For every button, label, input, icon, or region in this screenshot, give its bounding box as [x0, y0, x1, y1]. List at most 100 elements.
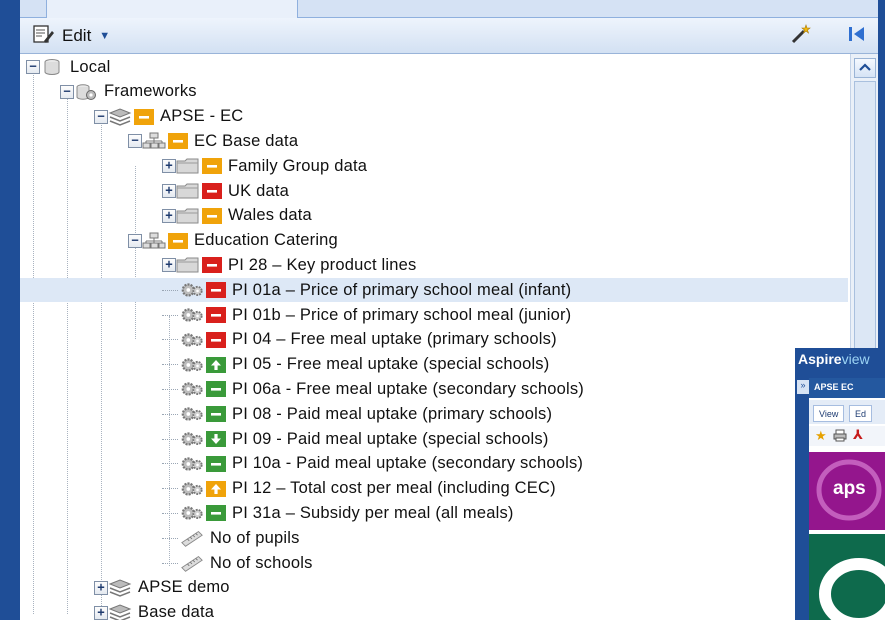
- tree-row[interactable]: PI 10a - Paid meal uptake (secondary sch…: [20, 452, 848, 476]
- aspireview-panel: » APSE EC View Ed ★ ⅄ aps: [797, 378, 885, 620]
- collapse-icon[interactable]: −: [128, 134, 142, 149]
- collapse-icon[interactable]: −: [94, 109, 108, 124]
- tree-connector: [162, 488, 178, 490]
- amber-dash-status-icon: [168, 232, 188, 249]
- tree-row-label: No of schools: [210, 553, 313, 572]
- green-logo-tile: [809, 534, 885, 620]
- tree-row[interactable]: − Frameworks: [20, 80, 848, 104]
- apse-logo-tile: aps: [809, 452, 885, 530]
- tree-row-label: PI 01a – Price of primary school meal (i…: [232, 280, 572, 299]
- gears-icon: [180, 281, 204, 299]
- expand-icon[interactable]: +: [162, 159, 176, 174]
- tab-edge[interactable]: [46, 0, 298, 18]
- database-icon: [40, 58, 64, 76]
- tree-row-label: PI 12 – Total cost per meal (including C…: [232, 479, 556, 498]
- tree-row-label: Education Catering: [194, 231, 338, 250]
- collapse-icon[interactable]: −: [26, 60, 40, 74]
- folder-icon: [176, 157, 200, 175]
- tree-row-label: Base data: [138, 603, 215, 620]
- aspireview-title: APSE EC: [809, 378, 885, 398]
- tree-row[interactable]: PI 09 - Paid meal uptake (special school…: [20, 427, 848, 451]
- expand-sidebar-button[interactable]: »: [797, 380, 809, 394]
- tree-row[interactable]: + APSE demo: [20, 576, 848, 600]
- edit-menu-button[interactable]: Edit ▼: [32, 24, 110, 48]
- tree-row-label: APSE - EC: [160, 107, 244, 126]
- expand-icon[interactable]: +: [162, 258, 176, 273]
- tree-row[interactable]: − EC Base data: [20, 129, 848, 153]
- tree-row[interactable]: No of pupils: [20, 526, 848, 550]
- tree-row[interactable]: − Education Catering: [20, 229, 848, 253]
- tree-row-label: Family Group data: [228, 156, 368, 175]
- amber-up-arrow-status-icon: [206, 480, 226, 497]
- tree-connector: [162, 562, 178, 564]
- tree-row[interactable]: PI 01a – Price of primary school meal (i…: [20, 278, 848, 303]
- amber-dash-status-icon: [202, 158, 222, 175]
- hierarchy-icon: [142, 132, 166, 150]
- tree-row[interactable]: PI 31a – Subsidy per meal (all meals): [20, 501, 848, 525]
- green-up-arrow-status-icon: [206, 356, 226, 373]
- ruler-icon: [180, 529, 204, 548]
- tree-connector: [162, 438, 178, 440]
- tab-edit[interactable]: Ed: [849, 405, 873, 422]
- tree-row[interactable]: + Base data: [20, 601, 848, 620]
- stack-icon: [108, 579, 132, 597]
- expand-icon[interactable]: +: [94, 580, 108, 595]
- red-dash-status-icon: [202, 257, 222, 274]
- tree-row-label: PI 08 - Paid meal uptake (primary school…: [232, 404, 553, 423]
- tree-connector: [162, 314, 178, 316]
- tree-row[interactable]: + UK data: [20, 179, 848, 203]
- framework-database-icon: [74, 83, 98, 101]
- tree-row[interactable]: − APSE - EC: [20, 105, 848, 129]
- scroll-up-button[interactable]: [854, 58, 876, 78]
- aspireview-window[interactable]: Aspireview » APSE EC View Ed ★ ⅄ aps: [795, 348, 885, 620]
- collapse-panel-button[interactable]: [846, 26, 868, 46]
- green-dash-status-icon: [206, 406, 226, 423]
- gears-icon: [180, 455, 204, 473]
- tree-row[interactable]: − Local: [20, 55, 848, 79]
- red-dash-status-icon: [206, 307, 226, 323]
- gears-icon: [180, 504, 204, 522]
- tree-connector: [162, 537, 178, 539]
- tree-row[interactable]: + PI 28 – Key product lines: [20, 253, 848, 277]
- tree-connector: [162, 512, 178, 514]
- aspireview-logo: Aspireview: [798, 351, 870, 367]
- print-icon[interactable]: [833, 429, 847, 447]
- tree-connector: [162, 413, 178, 415]
- scroll-thumb[interactable]: [854, 81, 876, 381]
- tree-row-label: Local: [70, 57, 111, 76]
- expand-icon[interactable]: +: [162, 184, 176, 198]
- magic-wand-button[interactable]: [790, 23, 812, 46]
- tree-row[interactable]: PI 04 – Free meal uptake (primary school…: [20, 328, 848, 352]
- tree-row[interactable]: PI 12 – Total cost per meal (including C…: [20, 477, 848, 501]
- tree-connector: [162, 289, 178, 291]
- tree-row[interactable]: No of schools: [20, 551, 848, 575]
- tree-row-label: PI 31a – Subsidy per meal (all meals): [232, 503, 514, 522]
- gears-icon: [180, 380, 204, 398]
- favorite-star-icon[interactable]: ★: [815, 428, 827, 444]
- expand-icon[interactable]: +: [94, 605, 108, 620]
- tree-row-label: EC Base data: [194, 131, 299, 150]
- tree-connector: [162, 463, 178, 465]
- edit-menu-label: Edit: [62, 26, 92, 45]
- folder-icon: [176, 182, 200, 200]
- tree-row-label: Frameworks: [104, 82, 197, 101]
- tree-row-label: PI 04 – Free meal uptake (primary school…: [232, 330, 557, 349]
- expand-icon[interactable]: +: [162, 208, 176, 223]
- tree-row[interactable]: + Family Group data: [20, 154, 848, 178]
- stack-icon: [108, 604, 132, 620]
- tree-row[interactable]: PI 08 - Paid meal uptake (primary school…: [20, 402, 848, 426]
- collapse-icon[interactable]: −: [60, 84, 74, 99]
- tree-row[interactable]: PI 06a - Free meal uptake (secondary sch…: [20, 377, 848, 401]
- red-dash-status-icon: [206, 331, 226, 348]
- tree-row[interactable]: + Wales data: [20, 204, 848, 228]
- tree-row[interactable]: PI 05 - Free meal uptake (special school…: [20, 353, 848, 377]
- ruler-icon: [180, 554, 204, 572]
- pdf-icon[interactable]: ⅄: [853, 427, 863, 443]
- tab-view[interactable]: View: [813, 405, 845, 422]
- tree-row[interactable]: PI 01b – Price of primary school meal (j…: [20, 303, 848, 327]
- collapse-icon[interactable]: −: [128, 233, 142, 248]
- hierarchy-icon: [142, 232, 166, 250]
- tree-row-label: Wales data: [228, 206, 312, 225]
- amber-dash-status-icon: [168, 133, 188, 150]
- tree-row-label: APSE demo: [138, 578, 230, 597]
